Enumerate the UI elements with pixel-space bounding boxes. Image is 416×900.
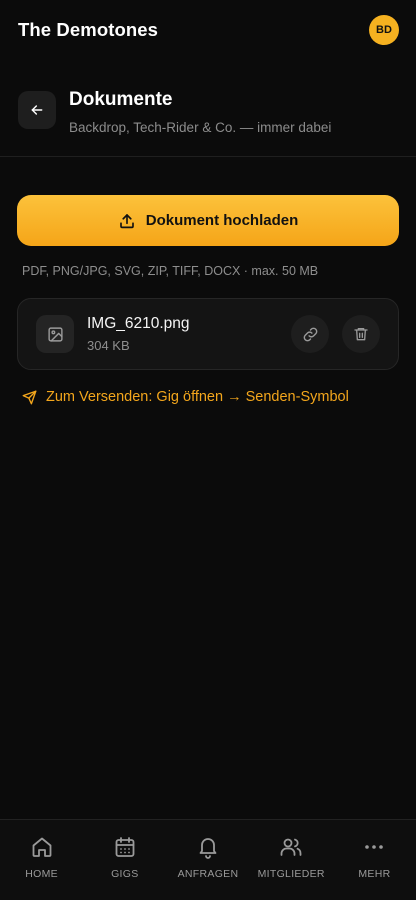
nav-label-home: HOME: [25, 868, 58, 880]
image-icon: [47, 326, 64, 343]
upload-button-label: Dokument hochladen: [145, 212, 299, 229]
send-hint: Zum Versenden: Gig öffnen → Senden-Symbo…: [22, 389, 349, 405]
more-icon: [362, 834, 386, 860]
nav-item-home[interactable]: HOME: [0, 820, 83, 900]
nav-label-mitglieder: MITGLIEDER: [257, 868, 325, 880]
arrow-left-icon: [29, 102, 45, 118]
link-icon: [302, 326, 319, 343]
header-text: Dokumente Backdrop, Tech-Rider & Co. — i…: [69, 88, 331, 135]
nav-item-mehr[interactable]: MEHR: [333, 820, 416, 900]
users-icon: [279, 834, 303, 860]
home-icon: [30, 834, 54, 860]
back-button[interactable]: [18, 91, 56, 129]
file-thumbnail: [36, 315, 74, 353]
send-hint-text: Zum Versenden: Gig öffnen → Senden-Symbo…: [46, 389, 349, 405]
nav-item-gigs[interactable]: GIGS: [83, 820, 166, 900]
page-title: Dokumente: [69, 89, 173, 110]
upload-document-button[interactable]: Dokument hochladen: [17, 195, 399, 246]
copy-link-button[interactable]: [291, 315, 329, 353]
avatar[interactable]: BD: [369, 15, 399, 45]
allowed-formats: PDF, PNG/JPG, SVG, ZIP, TIFF, DOCX · max…: [22, 264, 319, 278]
file-card[interactable]: IMG_6210.png 304 KB: [17, 298, 399, 370]
delete-file-button[interactable]: [342, 315, 380, 353]
file-name: IMG_6210.png: [87, 315, 190, 332]
bottom-nav: HOME GIGS ANFRAGEN MITGLIEDER MEHR: [0, 819, 416, 900]
nav-item-mitglieder[interactable]: MITGLIEDER: [250, 820, 333, 900]
nav-label-mehr: MEHR: [358, 868, 391, 880]
app-screen: The Demotones BD Dokumente Backdrop, Tec…: [0, 0, 416, 900]
page-header: Dokumente Backdrop, Tech-Rider & Co. — i…: [0, 60, 416, 157]
top-bar: The Demotones BD: [0, 0, 416, 60]
trash-icon: [353, 326, 369, 342]
nav-label-anfragen: ANFRAGEN: [177, 868, 239, 880]
file-meta: IMG_6210.png 304 KB: [87, 315, 291, 353]
file-size: 304 KB: [87, 338, 130, 353]
app-title: The Demotones: [18, 19, 159, 40]
upload-icon: [118, 212, 136, 230]
bell-icon: [196, 834, 220, 860]
send-icon: [22, 390, 37, 405]
page-subtitle: Backdrop, Tech-Rider & Co. — immer dabei: [69, 120, 332, 135]
nav-label-gigs: GIGS: [111, 868, 139, 880]
calendar-icon: [113, 834, 137, 860]
nav-item-anfragen[interactable]: ANFRAGEN: [166, 820, 249, 900]
